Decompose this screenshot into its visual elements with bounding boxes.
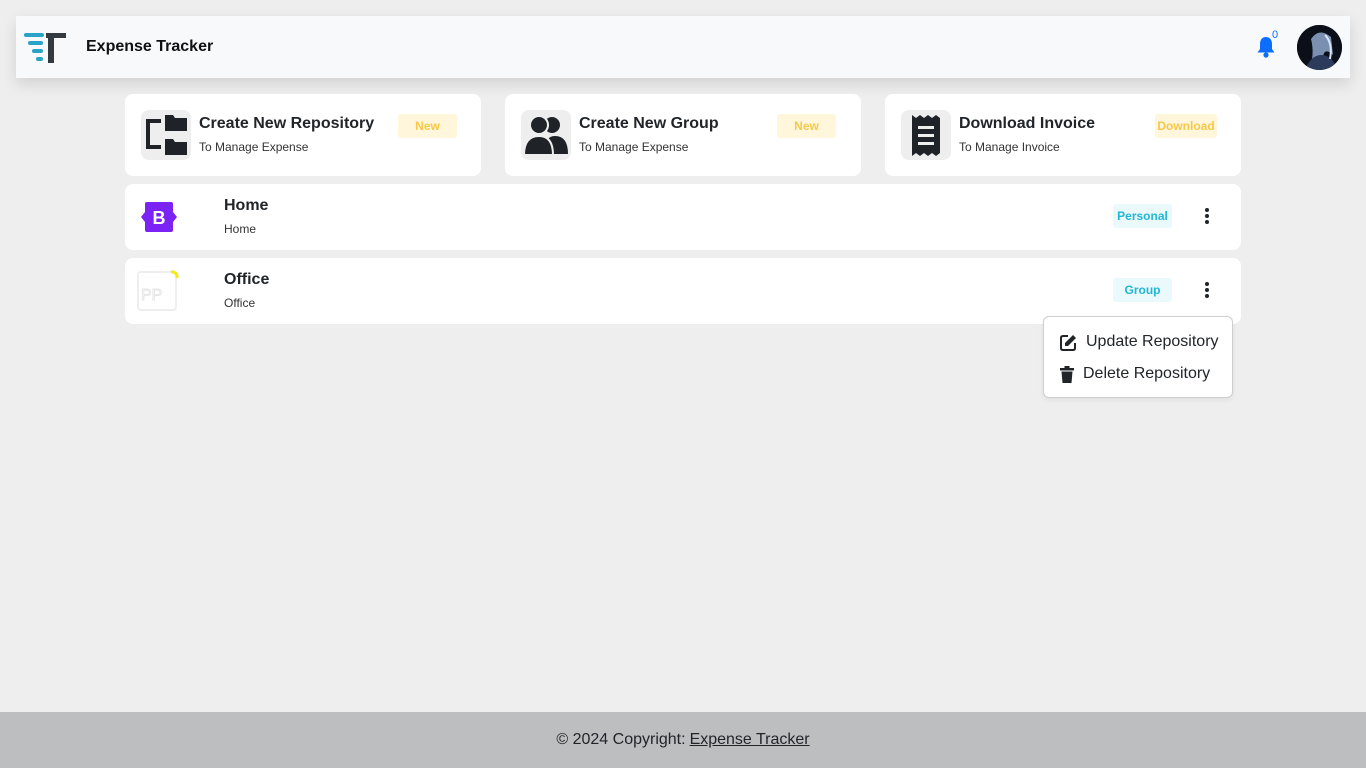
repository-folder-icon: [141, 110, 191, 160]
notification-count: 0: [1272, 29, 1279, 41]
group-badge: Group: [1113, 278, 1172, 302]
action-subtitle: To Manage Invoice: [959, 140, 1060, 154]
action-title: Create New Group: [579, 115, 719, 132]
update-repository-item[interactable]: Update Repository: [1060, 329, 1230, 355]
trash-icon: [1060, 365, 1074, 383]
repository-row-home[interactable]: B Home Home Personal: [125, 184, 1241, 250]
new-badge: New: [777, 114, 836, 138]
action-subtitle: To Manage Expense: [199, 140, 309, 154]
footer-link[interactable]: Expense Tracker: [690, 731, 810, 749]
personal-badge: Personal: [1113, 204, 1172, 228]
download-invoice-card[interactable]: Download Invoice To Manage Invoice Downl…: [885, 94, 1241, 176]
repository-options-menu: Update Repository Delete Repository: [1043, 316, 1233, 398]
download-badge: Download: [1155, 114, 1217, 138]
app-name[interactable]: Expense Tracker: [86, 38, 213, 56]
repository-description: Home: [224, 222, 257, 236]
users-group-icon: [521, 110, 571, 160]
action-subtitle: To Manage Expense: [579, 140, 689, 154]
svg-text:PP: PP: [141, 287, 162, 304]
repository-name: Office: [224, 271, 270, 288]
expense-tracker-logo[interactable]: [24, 31, 68, 65]
repository-name: Home: [224, 197, 269, 214]
footer-copyright: © 2024 Copyright:: [556, 731, 686, 748]
new-badge: New: [398, 114, 457, 138]
receipt-icon: [901, 110, 951, 160]
dropdown-item-label: Update Repository: [1086, 333, 1219, 350]
office-logo-icon: PP: [137, 270, 181, 312]
more-options-icon[interactable]: [1197, 280, 1217, 300]
action-title: Download Invoice: [959, 115, 1096, 132]
delete-repository-item[interactable]: Delete Repository: [1060, 361, 1230, 387]
repository-row-office[interactable]: PP Office Office Group: [125, 258, 1241, 324]
dropdown-item-label: Delete Repository: [1083, 365, 1211, 382]
avatar[interactable]: [1297, 25, 1342, 70]
repository-description: Office: [224, 296, 256, 310]
edit-icon: [1060, 334, 1076, 351]
bootstrap-logo-icon: B: [139, 200, 179, 234]
create-group-card[interactable]: Create New Group To Manage Expense New: [505, 94, 861, 176]
navbar: Expense Tracker 0: [16, 16, 1350, 78]
create-repository-card[interactable]: Create New Repository To Manage Expense …: [125, 94, 481, 176]
footer: © 2024 Copyright: Expense Tracker: [0, 712, 1366, 768]
more-options-icon[interactable]: [1197, 206, 1217, 226]
svg-text:B: B: [153, 208, 166, 228]
action-title: Create New Repository: [199, 115, 375, 132]
